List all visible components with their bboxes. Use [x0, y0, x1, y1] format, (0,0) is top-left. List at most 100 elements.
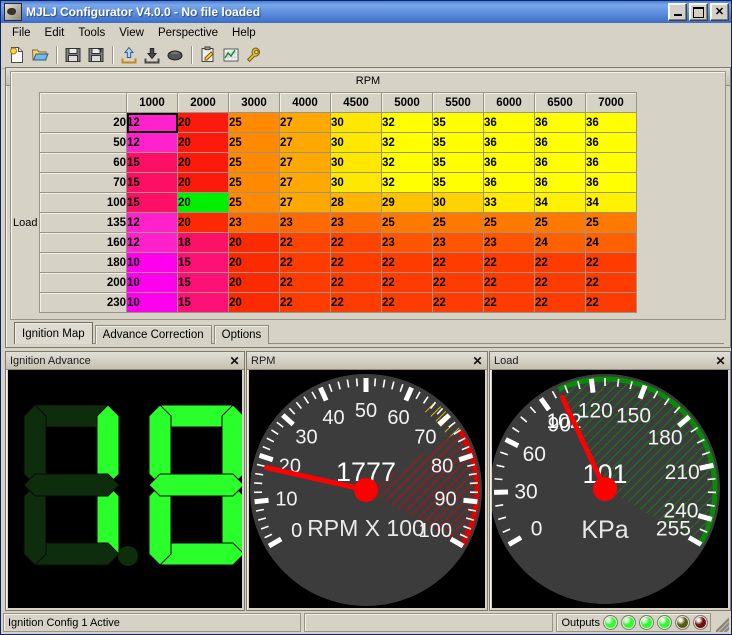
open-folder-icon[interactable]: [29, 44, 51, 66]
map-cell-r7-c7[interactable]: 22: [483, 252, 535, 273]
map-cell-r5-c2[interactable]: 23: [228, 212, 280, 233]
map-cell-r1-c4[interactable]: 30: [330, 132, 382, 153]
map-cell-r7-c4[interactable]: 22: [330, 252, 382, 273]
map-cell-r3-c4[interactable]: 30: [330, 172, 382, 193]
map-cell-r7-c6[interactable]: 22: [432, 252, 484, 273]
map-cell-r2-c6[interactable]: 35: [432, 152, 484, 173]
save-as-icon[interactable]: [85, 44, 107, 66]
map-cell-r2-c4[interactable]: 30: [330, 152, 382, 173]
map-cell-r6-c3[interactable]: 22: [279, 232, 331, 253]
map-cell-r1-c1[interactable]: 20: [177, 132, 229, 153]
map-cell-r0-c8[interactable]: 36: [534, 112, 586, 133]
map-cell-r0-c0[interactable]: 12: [126, 112, 178, 133]
save-icon[interactable]: [62, 44, 84, 66]
map-cell-r2-c3[interactable]: 27: [279, 152, 331, 173]
map-cell-r8-c8[interactable]: 22: [534, 272, 586, 293]
map-cell-r6-c7[interactable]: 23: [483, 232, 535, 253]
rpm-gauge-close-icon[interactable]: ✕: [471, 354, 484, 368]
map-cell-r4-c0[interactable]: 15: [126, 192, 178, 213]
map-cell-r8-c5[interactable]: 22: [381, 272, 433, 293]
tab-ignition-map[interactable]: Ignition Map: [14, 322, 93, 344]
map-cell-r5-c1[interactable]: 20: [177, 212, 229, 233]
map-cell-r4-c1[interactable]: 20: [177, 192, 229, 213]
map-cell-r3-c8[interactable]: 36: [534, 172, 586, 193]
map-cell-r2-c0[interactable]: 15: [126, 152, 178, 173]
map-cell-r0-c5[interactable]: 32: [381, 112, 433, 133]
menu-item-view[interactable]: View: [112, 25, 151, 41]
map-cell-r5-c8[interactable]: 25: [534, 212, 586, 233]
menu-item-perspective[interactable]: Perspective: [151, 25, 225, 41]
map-cell-r6-c4[interactable]: 22: [330, 232, 382, 253]
menu-item-edit[interactable]: Edit: [38, 25, 72, 41]
map-cell-r2-c8[interactable]: 36: [534, 152, 586, 173]
map-cell-r9-c9[interactable]: 22: [585, 292, 637, 313]
wrench-icon[interactable]: [243, 44, 265, 66]
map-cell-r9-c3[interactable]: 22: [279, 292, 331, 313]
menu-item-file[interactable]: File: [5, 25, 38, 41]
map-cell-r7-c3[interactable]: 22: [279, 252, 331, 273]
minimize-button[interactable]: [668, 3, 687, 21]
map-cell-r9-c0[interactable]: 10: [126, 292, 178, 313]
clipboard-edit-icon[interactable]: [197, 44, 219, 66]
map-cell-r7-c0[interactable]: 10: [126, 252, 178, 273]
map-cell-r7-c2[interactable]: 20: [228, 252, 280, 273]
map-cell-r0-c6[interactable]: 35: [432, 112, 484, 133]
map-cell-r9-c6[interactable]: 22: [432, 292, 484, 313]
map-cell-r9-c4[interactable]: 22: [330, 292, 382, 313]
map-cell-r0-c1[interactable]: 20: [177, 112, 229, 133]
map-cell-r7-c5[interactable]: 22: [381, 252, 433, 273]
menu-item-help[interactable]: Help: [225, 25, 263, 41]
map-cell-r9-c8[interactable]: 22: [534, 292, 586, 313]
map-cell-r3-c7[interactable]: 36: [483, 172, 535, 193]
map-cell-r5-c0[interactable]: 12: [126, 212, 178, 233]
map-cell-r3-c0[interactable]: 15: [126, 172, 178, 193]
map-cell-r3-c6[interactable]: 35: [432, 172, 484, 193]
map-cell-r2-c1[interactable]: 20: [177, 152, 229, 173]
map-cell-r6-c1[interactable]: 18: [177, 232, 229, 253]
map-cell-r5-c7[interactable]: 25: [483, 212, 535, 233]
map-cell-r1-c5[interactable]: 32: [381, 132, 433, 153]
tab-advance-correction[interactable]: Advance Correction: [94, 325, 212, 344]
download-icon[interactable]: [141, 44, 163, 66]
map-cell-r4-c6[interactable]: 30: [432, 192, 484, 213]
tab-options[interactable]: Options: [213, 325, 270, 344]
map-cell-r2-c9[interactable]: 36: [585, 152, 637, 173]
map-cell-r5-c3[interactable]: 23: [279, 212, 331, 233]
map-cell-r0-c7[interactable]: 36: [483, 112, 535, 133]
map-cell-r9-c5[interactable]: 22: [381, 292, 433, 313]
map-cell-r0-c2[interactable]: 25: [228, 112, 280, 133]
map-cell-r6-c2[interactable]: 20: [228, 232, 280, 253]
map-cell-r4-c5[interactable]: 29: [381, 192, 433, 213]
map-cell-r6-c6[interactable]: 23: [432, 232, 484, 253]
map-cell-r6-c0[interactable]: 12: [126, 232, 178, 253]
map-cell-r8-c7[interactable]: 22: [483, 272, 535, 293]
map-cell-r3-c1[interactable]: 20: [177, 172, 229, 193]
map-cell-r6-c8[interactable]: 24: [534, 232, 586, 253]
burn-icon[interactable]: [164, 44, 186, 66]
map-cell-r8-c4[interactable]: 22: [330, 272, 382, 293]
maximize-button[interactable]: [689, 3, 708, 21]
map-cell-r8-c6[interactable]: 22: [432, 272, 484, 293]
map-cell-r3-c5[interactable]: 32: [381, 172, 433, 193]
map-cell-r7-c1[interactable]: 15: [177, 252, 229, 273]
ignition-map-table[interactable]: 1000 2000 3000 4000 4500 5000 5500 6000 6500 7000…: [39, 92, 637, 313]
map-cell-r1-c7[interactable]: 36: [483, 132, 535, 153]
map-cell-r4-c7[interactable]: 33: [483, 192, 535, 213]
map-cell-r1-c9[interactable]: 36: [585, 132, 637, 153]
map-cell-r8-c2[interactable]: 20: [228, 272, 280, 293]
map-cell-r1-c3[interactable]: 27: [279, 132, 331, 153]
map-cell-r0-c9[interactable]: 36: [585, 112, 637, 133]
map-cell-r4-c9[interactable]: 34: [585, 192, 637, 213]
map-cell-r1-c8[interactable]: 36: [534, 132, 586, 153]
map-cell-r8-c0[interactable]: 10: [126, 272, 178, 293]
close-button[interactable]: ✕: [710, 3, 729, 21]
map-cell-r2-c7[interactable]: 36: [483, 152, 535, 173]
load-gauge-close-icon[interactable]: ✕: [714, 354, 727, 368]
map-cell-r9-c2[interactable]: 20: [228, 292, 280, 313]
map-cell-r0-c4[interactable]: 30: [330, 112, 382, 133]
upload-icon[interactable]: [118, 44, 140, 66]
chart-icon[interactable]: [220, 44, 242, 66]
map-cell-r2-c5[interactable]: 32: [381, 152, 433, 173]
map-cell-r4-c2[interactable]: 25: [228, 192, 280, 213]
map-cell-r7-c9[interactable]: 22: [585, 252, 637, 273]
